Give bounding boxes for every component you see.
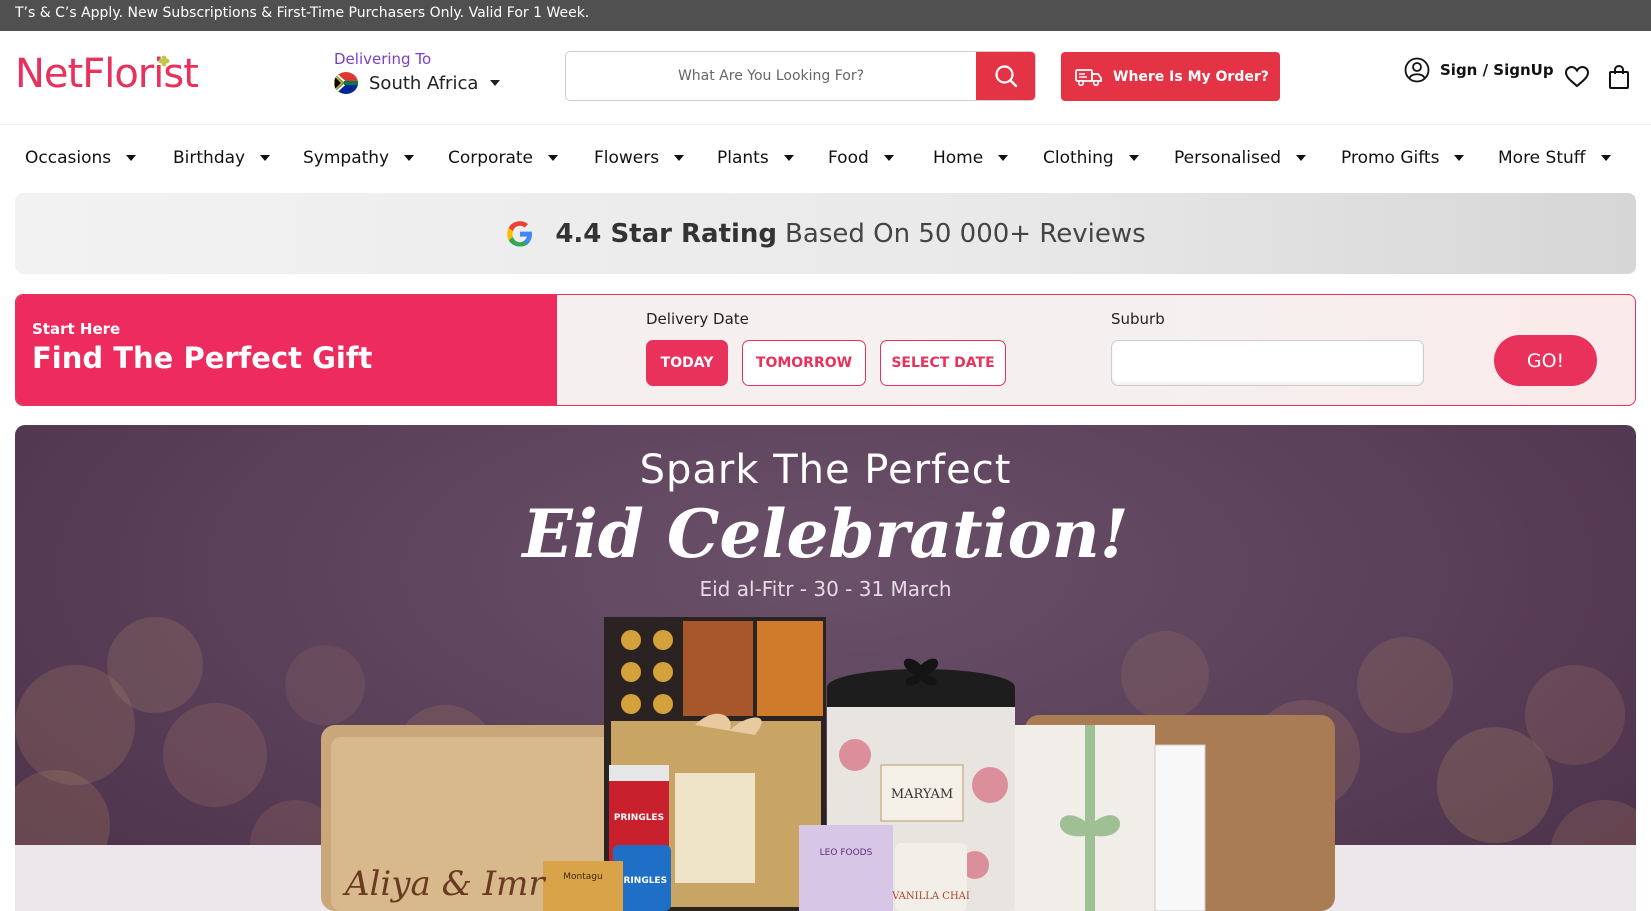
google-g-icon: [507, 220, 533, 246]
eid-hero-banner[interactable]: MARYAM PRINGLES PRINGLES LEO FOODS VANIL…: [15, 425, 1636, 911]
engraved-board-text: Aliya & Imr: [342, 864, 546, 904]
gift-finder-subtitle: Start Here: [32, 320, 121, 338]
chevron-down-icon: [1600, 155, 1611, 161]
nav-promo-gifts[interactable]: Promo Gifts: [1341, 148, 1465, 168]
nav-label: Promo Gifts: [1341, 148, 1440, 168]
chevron-down-icon: [490, 80, 501, 86]
wishlist-heart-icon[interactable]: [1564, 65, 1590, 89]
nav-occasions[interactable]: Occasions: [25, 148, 137, 168]
delivering-to-label: Delivering To: [334, 50, 432, 68]
delivery-truck-icon: [1075, 68, 1102, 86]
nav-label: Food: [828, 148, 869, 168]
chevron-down-icon: [883, 155, 894, 161]
nav-label: Occasions: [25, 148, 112, 168]
gift-finder-title: Find The Perfect Gift: [32, 341, 373, 375]
account-label: Sign / SignUp: [1440, 61, 1554, 79]
nav-personalised[interactable]: Personalised: [1174, 148, 1307, 168]
category-navigation: Occasions Birthday Sympathy Corporate Fl…: [0, 126, 1651, 192]
date-tomorrow-button[interactable]: TOMORROW: [742, 340, 866, 386]
order-button-label: Where Is My Order?: [1113, 68, 1269, 85]
country-name: South Africa: [369, 72, 479, 94]
google-rating-banner: 4.4 Star Rating Based On 50 000+ Reviews: [15, 193, 1636, 274]
nav-food[interactable]: Food: [828, 148, 894, 168]
gift-finder-panel: Start Here Find The Perfect Gift Deliver…: [15, 294, 1636, 406]
chevron-down-icon: [1296, 155, 1307, 161]
leo-foods-label: LEO FOODS: [820, 848, 873, 858]
chevron-down-icon: [998, 155, 1009, 161]
delivery-location-selector[interactable]: Delivering To South Africa: [334, 50, 501, 94]
user-icon: [1404, 57, 1430, 83]
select-date-button[interactable]: SELECT DATE: [880, 340, 1006, 386]
suburb-input[interactable]: [1111, 340, 1424, 386]
delivery-date-label: Delivery Date: [646, 310, 749, 328]
nav-sympathy[interactable]: Sympathy: [303, 148, 415, 168]
maryam-label: MARYAM: [891, 787, 953, 802]
hero-headline-line2: Eid Celebration!: [522, 495, 1129, 573]
nav-label: Clothing: [1043, 148, 1114, 168]
nav-home[interactable]: Home: [933, 148, 1009, 168]
nav-label: Birthday: [173, 148, 246, 168]
hero-headline-line1: Spark The Perfect: [639, 447, 1012, 493]
south-africa-flag-icon: [334, 72, 358, 94]
sign-in-link[interactable]: Sign / SignUp: [1404, 57, 1554, 83]
nav-more-stuff[interactable]: More Stuff: [1498, 148, 1611, 168]
logo-text: NetFlorist: [15, 51, 199, 97]
nav-label: Corporate: [448, 148, 533, 168]
nav-label: Sympathy: [303, 148, 390, 168]
nav-label: Home: [933, 148, 984, 168]
pringles-label-blue: PRINGLES: [617, 876, 667, 886]
chevron-down-icon: [404, 155, 415, 161]
search-button[interactable]: [976, 52, 1035, 100]
chevron-down-icon: [260, 155, 271, 161]
hero-date-text: Eid al-Fitr - 30 - 31 March: [699, 577, 952, 601]
nav-plants[interactable]: Plants: [717, 148, 794, 168]
rating-reviews-text: Based On 50 000+ Reviews: [785, 218, 1146, 249]
montagu-label: Montagu: [563, 872, 602, 882]
vanilla-chai-label: VANILLA CHAI: [891, 891, 970, 902]
search-bar: [565, 51, 1036, 101]
netflorist-logo[interactable]: NetFlorist: [15, 51, 199, 97]
nav-label: More Stuff: [1498, 148, 1586, 168]
where-is-my-order-button[interactable]: Where Is My Order?: [1061, 52, 1280, 101]
chevron-down-icon: [783, 155, 794, 161]
pringles-label-red: PRINGLES: [614, 813, 664, 823]
nav-corporate[interactable]: Corporate: [448, 148, 558, 168]
rating-value: 4.4 Star Rating: [555, 218, 778, 249]
nav-flowers[interactable]: Flowers: [594, 148, 685, 168]
chevron-down-icon: [547, 155, 558, 161]
nav-label: Plants: [717, 148, 769, 168]
chevron-down-icon: [1454, 155, 1465, 161]
country-selector[interactable]: South Africa: [334, 72, 501, 94]
nav-clothing[interactable]: Clothing: [1043, 148, 1139, 168]
gift-finder-heading: Start Here Find The Perfect Gift: [16, 295, 557, 405]
chevron-down-icon: [674, 155, 685, 161]
promo-strip: T’s & C’s Apply. New Subscriptions & Fir…: [0, 0, 1651, 31]
search-icon: [994, 65, 1017, 88]
site-header: NetFlorist Delivering To South Africa Wh…: [0, 31, 1651, 125]
nav-label: Flowers: [594, 148, 660, 168]
search-input[interactable]: [566, 52, 976, 100]
shopping-bag-icon[interactable]: [1608, 64, 1630, 90]
chevron-down-icon: [1128, 155, 1139, 161]
go-button[interactable]: GO!: [1494, 335, 1597, 386]
date-today-button[interactable]: TODAY: [646, 340, 728, 386]
flower-icon: [158, 55, 170, 67]
suburb-label: Suburb: [1111, 310, 1165, 328]
nav-label: Personalised: [1174, 148, 1282, 168]
chevron-down-icon: [126, 155, 137, 161]
nav-birthday[interactable]: Birthday: [173, 148, 271, 168]
